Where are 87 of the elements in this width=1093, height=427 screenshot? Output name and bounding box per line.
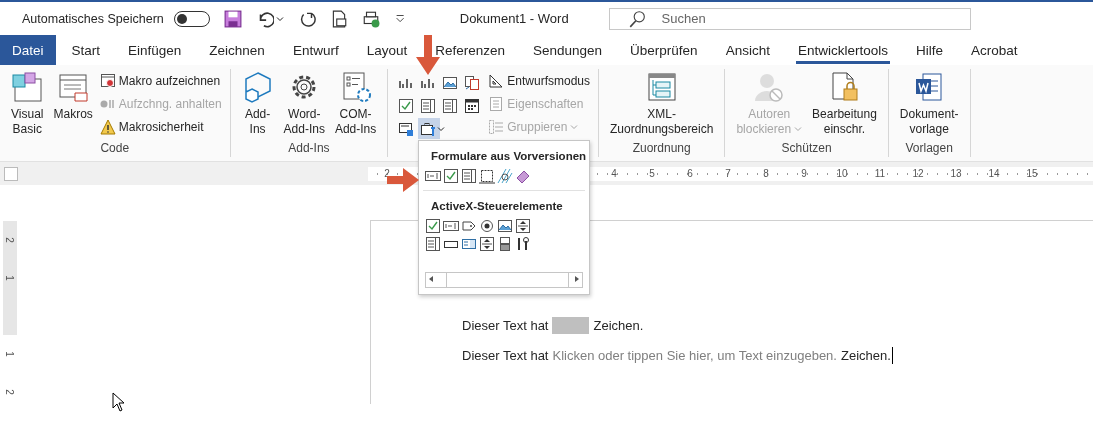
ribbon-tab[interactable]: Ansicht [711,35,784,65]
caret-icon [570,123,579,131]
ribbon-button[interactable]: Makro aufzeichnen [99,71,222,91]
group-icon [488,119,505,135]
eraser-icon[interactable] [515,168,531,184]
document-text: Dieser Text hat [462,317,549,333]
file-tab[interactable]: Datei [0,35,56,65]
properties-icon [488,96,505,112]
repeating-section-icon [398,120,415,137]
form-field[interactable] [552,316,590,334]
mouse-pointer-icon [112,392,126,412]
frame-icon[interactable] [479,168,495,184]
ruler-triangle-icon [488,73,505,89]
spin-button-icon[interactable] [479,236,495,252]
group-label: Code [99,141,131,157]
ribbon-tab[interactable]: Sendungen [519,35,617,65]
checkbox-icon[interactable] [425,218,441,234]
group-label: Vorlagen [904,141,954,157]
autosave-toggle[interactable] [173,10,210,27]
content-control-placeholder[interactable]: Klicken oder tippen Sie hier, um Text einzugeben. [552,347,837,363]
ribbon-tab[interactable]: Überprüfen [616,35,712,65]
autosave-label: Automatisches Speichern [22,11,164,26]
ribbon-tab[interactable]: Referenzen [421,35,519,65]
ribbon-button[interactable]: XML- Zuordnungsbereich [607,69,717,141]
toolbox-icon [420,120,437,137]
ribbon-button[interactable]: Entwurfsmodus [488,71,590,91]
ribbon-tab[interactable]: Hilfe [901,35,957,65]
group-label: Zuordnung [631,141,692,157]
caret-icon [275,14,284,23]
ribbon-tab[interactable]: Einfügen [114,35,196,65]
combo-box-icon[interactable] [461,236,477,252]
search-icon [627,9,646,28]
ribbon-tab[interactable]: Entwicklertools [783,35,902,65]
visual-basic-icon [11,71,44,103]
list-box-icon[interactable] [425,236,441,252]
menu-section-title: Formulare aus Vorversionen [430,149,587,164]
text-cursor [891,346,893,364]
spin-button-icon[interactable] [515,218,531,234]
image-icon [442,74,459,91]
printer-check-icon[interactable] [361,9,380,28]
document-text: Zeichen. [840,347,891,363]
ribbon-button[interactable]: COM- Add-Ins [331,69,380,141]
list-box-icon [420,97,437,114]
radio-button-icon[interactable] [479,218,495,234]
blocked-user-icon [753,71,786,103]
caret-icon [437,124,446,133]
warning-icon [99,119,116,135]
ribbon-tab[interactable]: Zeichnen [195,35,279,65]
list-box-icon [442,97,459,114]
calendar-icon [464,97,481,114]
ribbon-button[interactable]: Makros [50,69,96,141]
horizontal-scrollbar[interactable] [425,272,583,288]
list-box-icon[interactable] [461,168,477,184]
text-field-icon[interactable] [443,218,459,234]
ribbon-tab[interactable]: Entwurf [278,35,353,65]
ribbon-tab[interactable]: Start [57,35,115,65]
image-icon[interactable] [497,218,513,234]
window-title: Dokument1 - Word [459,11,569,26]
ribbon-button[interactable]: Bearbeitung einschr. [809,69,880,141]
document-text: Dieser Text hat [462,347,549,363]
shading-icon[interactable] [497,168,513,184]
ribbon-button[interactable]: Makrosicherheit [99,117,222,137]
vertical-ruler: 2 1 [3,221,17,335]
mapping-pane-icon [645,71,678,103]
tag-icon[interactable] [461,218,477,234]
group-label: Schützen [780,141,833,157]
tools-icon[interactable] [515,236,531,252]
ribbon-tab[interactable]: Layout [352,35,422,65]
search-field[interactable]: Suchen [608,7,971,30]
menu-section-title: ActiveX-Steuerelemente [430,199,563,214]
document-text: Zeichen. [593,317,644,333]
macro-list-icon [57,71,90,103]
ribbon-tab[interactable]: Acrobat [956,35,1032,65]
ribbon-button[interactable]: Word- Add-Ins [280,69,328,141]
ribbon-button[interactable]: Add- Ins [238,69,277,141]
checkbox-icon [398,97,415,114]
ribbon-button[interactable]: Visual Basic [8,69,47,141]
building-block-icon [464,74,481,91]
text-field-icon[interactable] [425,168,441,184]
caret-icon [794,125,803,133]
record-macro-icon [99,73,116,89]
annotation-arrow-icon [387,167,419,193]
group-label: Add-Ins [287,141,331,157]
toggle-button-icon[interactable] [497,236,513,252]
save-icon[interactable] [223,9,242,28]
ribbon-button[interactable]: Dokument- vorlage [896,69,962,141]
checkbox-icon[interactable] [443,168,459,184]
